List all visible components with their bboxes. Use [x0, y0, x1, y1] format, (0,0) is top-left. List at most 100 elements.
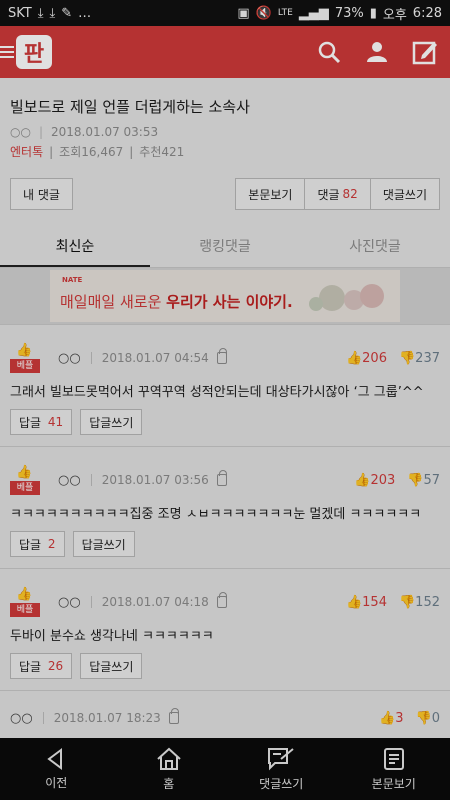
comment-author[interactable]: ○○	[58, 595, 81, 610]
upvote-button[interactable]: 👍154	[346, 595, 387, 610]
download-icon-2: ⤓	[49, 5, 56, 21]
nav-home[interactable]: 홈	[113, 738, 226, 800]
best-badge: 👍 베플	[10, 465, 40, 495]
comment-sort-tabs: 최신순 랭킹댓글 사진댓글	[0, 228, 450, 268]
bottom-nav: 이전 홈 댓글쓰기 본문보기	[0, 738, 450, 800]
comments-button[interactable]: 댓글 82	[304, 178, 370, 210]
replies-button[interactable]: 답글 2	[10, 531, 65, 557]
comment-text: 그래서 빌보드못먹어서 꾸역꾸역 성적안되는데 대상타가시잖아 ‘그 그룹’^^	[10, 385, 424, 400]
downvote-button[interactable]: 👎57	[407, 473, 440, 488]
divider	[90, 352, 92, 364]
replies-button[interactable]: 답글 26	[10, 653, 73, 679]
logo-mark: 판	[16, 35, 52, 69]
comment-item: ○○ 2018.01.07 18:23 👍3 👎0	[0, 690, 450, 738]
comment-date: 2018.01.07 04:54	[101, 351, 209, 365]
lock-icon[interactable]	[216, 348, 227, 364]
thumbs-up-icon: 👍	[16, 343, 33, 358]
ad-banner[interactable]: NATE 매일매일 새로운 우리가 사는 이야기.	[0, 268, 450, 324]
divider: |	[38, 125, 43, 139]
thumbs-up-icon: 👍	[16, 587, 33, 602]
upvote-button[interactable]: 👍3	[379, 711, 403, 726]
lock-icon[interactable]	[216, 592, 227, 608]
more-dots-icon: …	[78, 5, 92, 21]
comment-item: 👍 베플 ○○ 2018.01.07 04:54 👍206 👎237 그래서 빌…	[0, 324, 450, 446]
nfc-icon: ▣	[237, 5, 250, 21]
article-date: 2018.01.07 03:53	[51, 125, 159, 139]
lock-icon[interactable]	[216, 470, 227, 486]
thumbs-up-icon: 👍	[16, 465, 33, 480]
carrier-label: SKT	[8, 5, 32, 21]
article-recommend: 추천421	[139, 145, 185, 159]
app-logo[interactable]: 판	[0, 35, 52, 69]
comment-item: 👍 베플 ○○ 2018.01.07 04:18 👍154 👎152 두바이 분…	[0, 568, 450, 690]
write-reply-button[interactable]: 답글쓰기	[80, 409, 143, 435]
write-icon[interactable]	[412, 39, 438, 65]
article-views: 조회16,467	[59, 145, 124, 159]
divider: |	[49, 144, 54, 159]
article-author[interactable]: ○○	[10, 125, 31, 139]
nav-write-comment[interactable]: 댓글쓰기	[225, 738, 338, 800]
comments-count: 82	[342, 187, 358, 201]
download-icon: ⤓	[37, 5, 44, 21]
status-bar: SKT ⤓ ⤓ ✎ … ▣ 🔇 LTE ▂▄▆ 73% ▮ 오후 6:28	[0, 0, 450, 26]
tab-photo[interactable]: 사진댓글	[300, 228, 450, 267]
write-reply-button[interactable]: 답글쓰기	[72, 531, 135, 557]
article-category[interactable]: 엔터톡	[10, 143, 43, 160]
search-icon[interactable]	[316, 39, 342, 65]
downvote-button[interactable]: 👎0	[416, 711, 440, 726]
downvote-button[interactable]: 👎152	[399, 595, 440, 610]
comment-text: 두바이 분수쇼 생각나네 ㅋㅋㅋㅋㅋㅋ	[10, 629, 214, 644]
battery-label: 73%	[334, 5, 364, 21]
best-badge: 👍 베플	[10, 343, 40, 373]
back-icon	[47, 747, 63, 770]
my-comments-button[interactable]: 내 댓글	[10, 178, 73, 210]
nav-view-article-label: 본문보기	[371, 776, 416, 791]
nav-back[interactable]: 이전	[0, 738, 113, 800]
lock-icon[interactable]	[168, 708, 179, 724]
banner-brand: NATE	[62, 276, 83, 284]
battery-icon: ▮	[369, 5, 377, 21]
app-header: 판	[0, 26, 450, 78]
nav-home-label: 홈	[163, 776, 175, 791]
pencil-icon: ✎	[61, 5, 73, 21]
downvote-button[interactable]: 👎237	[399, 351, 440, 366]
comment-item: 👍 베플 ○○ 2018.01.07 03:56 👍203 👎57 ㅋㅋㅋㅋㅋㅋ…	[0, 446, 450, 568]
comment-author[interactable]: ○○	[58, 473, 81, 488]
banner-decoration-icon	[309, 284, 384, 311]
comment-date: 2018.01.07 03:56	[101, 473, 209, 487]
nav-write-comment-label: 댓글쓰기	[259, 776, 304, 791]
time-label: 6:28	[412, 5, 442, 21]
article-header: 빌보드로 제일 언플 더럽게하는 소속사 ○○ | 2018.01.07 03:…	[0, 78, 450, 228]
nav-view-article[interactable]: 본문보기	[338, 738, 450, 800]
comment-date: 2018.01.07 18:23	[53, 711, 161, 725]
comment-author[interactable]: ○○	[10, 711, 33, 726]
divider	[90, 474, 92, 486]
view-body-button[interactable]: 본문보기	[235, 178, 305, 210]
comment-list[interactable]: 👍 베플 ○○ 2018.01.07 04:54 👍206 👎237 그래서 빌…	[0, 324, 450, 738]
signal-icon: ▂▄▆	[298, 5, 329, 21]
tab-ranking[interactable]: 랭킹댓글	[150, 228, 300, 267]
menu-icon[interactable]	[0, 46, 14, 58]
replies-button[interactable]: 답글 41	[10, 409, 73, 435]
banner-text: 매일매일 새로운 우리가 사는 이야기.	[60, 292, 293, 311]
nav-back-label: 이전	[45, 775, 68, 790]
divider	[42, 712, 44, 724]
divider: |	[129, 144, 134, 159]
divider	[90, 596, 92, 608]
upvote-button[interactable]: 👍203	[354, 473, 395, 488]
home-icon	[157, 747, 181, 770]
write-reply-button[interactable]: 답글쓰기	[80, 653, 143, 679]
article-icon	[383, 747, 404, 770]
upvote-button[interactable]: 👍206	[346, 351, 387, 366]
comment-date: 2018.01.07 04:18	[101, 595, 209, 609]
comments-label: 댓글	[317, 187, 340, 202]
tab-latest[interactable]: 최신순	[0, 228, 150, 267]
write-comment-button[interactable]: 댓글쓰기	[369, 178, 440, 210]
user-icon[interactable]	[364, 39, 390, 65]
best-badge: 👍 베플	[10, 587, 40, 617]
mute-icon: 🔇	[255, 5, 272, 21]
article-title: 빌보드로 제일 언플 더럽게하는 소속사	[10, 98, 250, 116]
comment-text: ㅋㅋㅋㅋㅋㅋㅋㅋㅋㅋ집중 조명 ㅅㅂㅋㅋㅋㅋㅋㅋㅋ눈 멀겠데 ㅋㅋㅋㅋㅋㅋ	[10, 507, 422, 522]
comment-write-icon	[268, 747, 294, 770]
comment-author[interactable]: ○○	[58, 351, 81, 366]
